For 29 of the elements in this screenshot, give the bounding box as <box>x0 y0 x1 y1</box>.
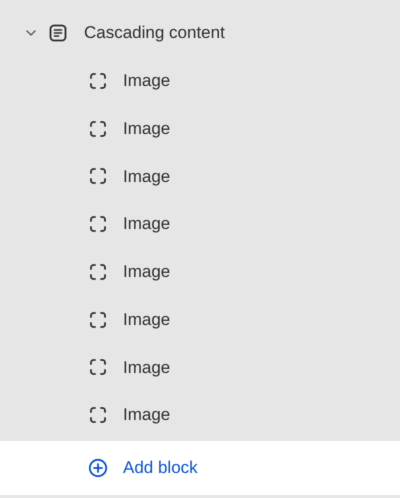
block-row[interactable]: Image <box>0 296 400 344</box>
block-row[interactable]: Image <box>0 391 400 439</box>
block-label: Image <box>123 70 170 92</box>
section-title: Cascading content <box>84 22 225 44</box>
image-frame-icon <box>89 72 107 90</box>
image-frame-icon <box>89 310 107 329</box>
block-label: Image <box>123 166 170 188</box>
block-row[interactable]: Image <box>0 248 400 296</box>
section-row[interactable]: Cascading content <box>0 9 400 57</box>
block-label: Image <box>123 261 170 284</box>
block-row[interactable]: Image <box>0 344 400 392</box>
image-frame-icon <box>89 167 107 186</box>
block-label: Image <box>123 356 170 379</box>
block-row[interactable]: Image <box>0 152 400 200</box>
block-label: Image <box>123 308 170 331</box>
document-icon <box>48 23 68 43</box>
block-row[interactable]: Image <box>0 57 400 105</box>
image-frame-icon <box>89 358 107 376</box>
block-row[interactable]: Image <box>0 104 400 152</box>
block-row[interactable]: Image <box>0 200 400 248</box>
block-label: Image <box>123 404 170 426</box>
image-frame-icon <box>89 120 107 138</box>
add-circle-icon <box>88 458 108 478</box>
image-frame-icon <box>89 262 107 281</box>
block-label: Image <box>123 118 170 140</box>
add-block-button[interactable]: Add block <box>88 455 198 481</box>
image-frame-icon <box>89 406 107 424</box>
image-frame-icon <box>89 215 107 234</box>
block-label: Image <box>123 213 170 236</box>
